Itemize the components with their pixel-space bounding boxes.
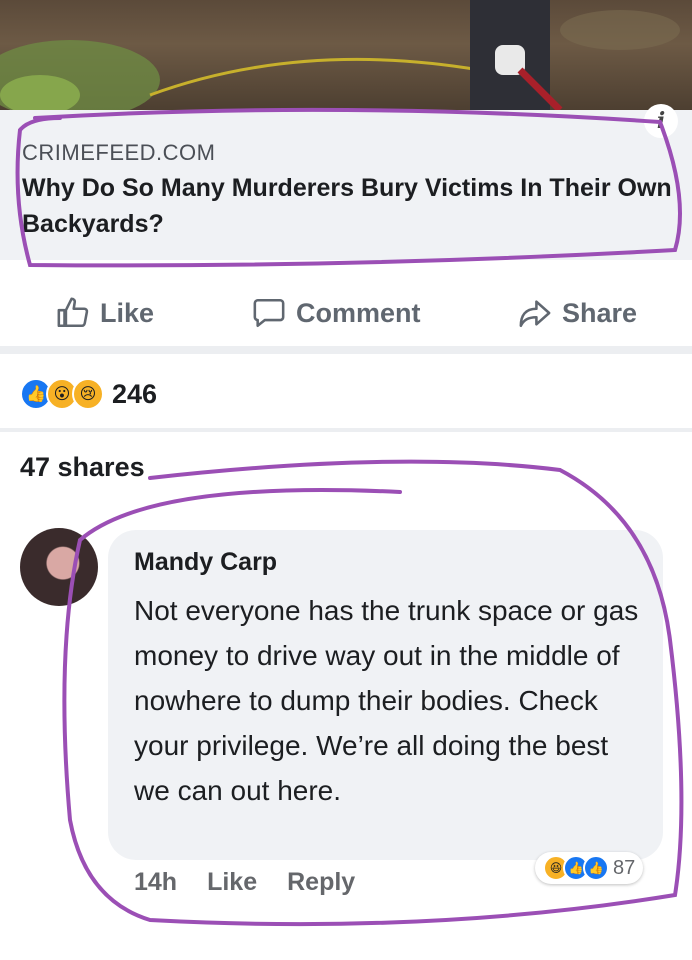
like-label: Like bbox=[100, 297, 155, 328]
like-reaction-icon: 👍 bbox=[583, 855, 609, 881]
post-action-bar: Like Comment Share bbox=[0, 288, 692, 344]
comment-bubble-icon bbox=[253, 298, 285, 328]
commenter-avatar[interactable] bbox=[20, 528, 98, 606]
comment-reaction-count: 87 bbox=[613, 856, 636, 879]
comment-button[interactable]: Comment bbox=[252, 296, 421, 330]
comment-label: Comment bbox=[296, 297, 421, 328]
info-icon[interactable]: i bbox=[644, 104, 678, 138]
commenter-name[interactable]: Mandy Carp bbox=[134, 548, 277, 577]
thumbs-up-icon bbox=[57, 297, 89, 328]
comment-like-link[interactable]: Like bbox=[207, 868, 257, 897]
comment-meta: 14h Like Reply bbox=[134, 868, 355, 897]
comment-text: Not everyone has the trunk space or gas … bbox=[134, 595, 639, 806]
shares-count[interactable]: 47 shares bbox=[20, 452, 145, 483]
share-button[interactable]: Share bbox=[518, 296, 637, 330]
like-button[interactable]: Like bbox=[56, 296, 154, 330]
link-headline[interactable]: Why Do So Many Murderers Bury Victims In… bbox=[22, 170, 672, 242]
comment-reactions[interactable]: 😆 👍 👍 87 bbox=[535, 852, 644, 884]
link-preview-image[interactable] bbox=[0, 0, 692, 110]
reaction-count: 246 bbox=[112, 378, 158, 409]
comment-reply-link[interactable]: Reply bbox=[287, 868, 355, 897]
sad-reaction-icon: 😢 bbox=[72, 378, 104, 410]
share-arrow-icon bbox=[519, 300, 551, 328]
comment-timestamp[interactable]: 14h bbox=[134, 868, 177, 897]
share-label: Share bbox=[562, 297, 638, 328]
divider bbox=[0, 346, 692, 354]
divider bbox=[0, 428, 692, 432]
link-source: CRIMEFEED.COM bbox=[22, 140, 216, 165]
reaction-summary[interactable]: 👍 😮 😢 246 bbox=[20, 378, 157, 410]
